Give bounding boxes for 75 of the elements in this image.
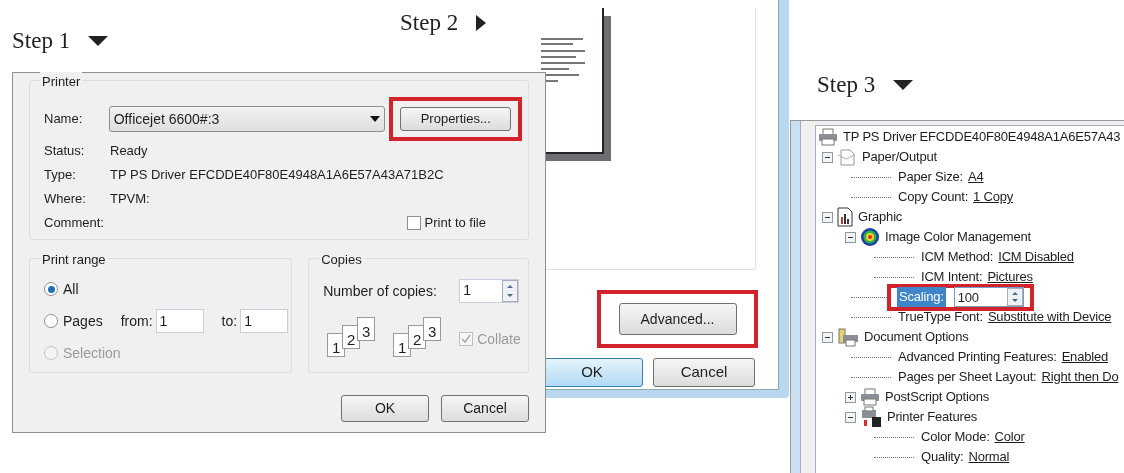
tree-item-label[interactable]: Printer Features xyxy=(886,407,978,427)
setting-value-link[interactable]: Right then Do xyxy=(1041,367,1119,387)
printer-dropdown[interactable]: Officejet 6600#:3 xyxy=(108,106,386,132)
step-label: Step 1 xyxy=(12,27,71,55)
triangle-down-icon xyxy=(88,36,109,47)
check-icon xyxy=(461,334,472,344)
ok-button[interactable]: OK xyxy=(341,395,429,422)
field-label: Number of copies: xyxy=(323,281,438,301)
collapse-icon[interactable] xyxy=(845,411,856,423)
step-label: Step 2 xyxy=(400,9,459,37)
field-value: TPVM: xyxy=(110,190,150,209)
setting-value-link[interactable]: Pictures xyxy=(987,267,1033,287)
spin-arrows-icon xyxy=(1006,288,1023,306)
field-label: from: xyxy=(120,311,153,331)
triangle-right-icon xyxy=(476,15,487,32)
tree-item-label[interactable]: Paper Size: xyxy=(897,167,964,187)
printer-icon xyxy=(837,327,859,347)
page-stack-drawing: 1 2 3 xyxy=(327,317,380,361)
to-page-field[interactable]: 1 xyxy=(240,309,289,333)
tree-item-label[interactable]: TP PS Driver EFCDDE40F80E4948A1A6E57A43 xyxy=(842,127,1122,147)
from-page-field[interactable]: 1 xyxy=(155,309,204,333)
spin-arrows-icon xyxy=(502,280,519,302)
tree-item-label[interactable]: Document Options xyxy=(863,327,970,347)
cancel-button[interactable]: Cancel xyxy=(441,395,529,422)
tree-item-label[interactable]: Paper/Output xyxy=(861,147,938,167)
printer-icon xyxy=(860,388,880,406)
field-label: Type: xyxy=(44,166,77,185)
tree-item-label[interactable]: ICM Intent: xyxy=(920,267,984,287)
setting-value-link[interactable]: Color xyxy=(994,427,1025,447)
properties-button[interactable]: Properties... xyxy=(400,107,512,131)
tree-item-label[interactable]: Advanced Printing Features: xyxy=(897,347,1058,367)
field-value: Ready xyxy=(110,142,148,161)
field-value: TP PS Driver EFCDDE40F80E4948A1A6E57A43A71B2C xyxy=(110,166,444,185)
field-label: Comment: xyxy=(44,214,105,233)
bar-chart-icon xyxy=(837,207,853,227)
cancel-button[interactable]: Cancel xyxy=(653,358,755,387)
tree-item-label[interactable]: Copy Count: xyxy=(897,187,970,207)
page-stack-drawing: 1 2 3 xyxy=(393,317,446,361)
field-label: Name: xyxy=(44,110,84,129)
tree-item-label[interactable]: Quality: xyxy=(920,447,965,467)
setting-value-link[interactable]: 1 Copy xyxy=(973,187,1014,207)
setting-value-link[interactable]: A4 xyxy=(968,167,984,187)
collapse-icon[interactable] xyxy=(845,231,856,243)
field-label: Status: xyxy=(44,142,86,161)
tree-item-label[interactable]: ICM Method: xyxy=(920,247,995,267)
radio-button[interactable]: Pages xyxy=(44,310,103,332)
copies-spinbox[interactable]: 1 xyxy=(459,279,520,303)
triangle-down-icon xyxy=(893,80,914,91)
setting-value-link[interactable]: Normal xyxy=(968,447,1010,467)
paper-icon xyxy=(837,148,857,166)
radio-button[interactable]: All xyxy=(44,278,79,300)
tree-item-label[interactable]: PostScript Options xyxy=(884,387,991,407)
setting-value-link[interactable]: ICM Disabled xyxy=(998,247,1074,267)
target-icon xyxy=(860,227,880,247)
advanced-button[interactable]: Advanced... xyxy=(618,303,737,335)
step-label: Step 3 xyxy=(817,71,876,99)
field-label: to: xyxy=(221,311,238,331)
expand-icon[interactable] xyxy=(845,391,856,403)
tree-item-label[interactable]: TrueType Font: xyxy=(897,307,984,327)
printer-icon xyxy=(818,128,838,146)
setting-value-link[interactable]: Enabled xyxy=(1061,347,1108,367)
collapse-icon[interactable] xyxy=(822,211,833,223)
tree-item-label[interactable]: Image Color Management xyxy=(884,227,1032,247)
tree-item-label[interactable]: Scaling: xyxy=(897,287,946,307)
tree-item-label[interactable]: Color Mode: xyxy=(920,427,991,447)
collapse-icon[interactable] xyxy=(822,331,833,343)
setting-value-link[interactable]: Substitute with Device xyxy=(987,307,1112,327)
tree-item-label[interactable]: Graphic xyxy=(857,207,904,227)
print-to-file-checkbox[interactable]: Print to file xyxy=(406,213,486,233)
collapse-icon[interactable] xyxy=(822,151,833,163)
scaling-spinbox[interactable]: 100 xyxy=(953,287,1024,307)
field-label: Where: xyxy=(44,190,87,209)
dropdown-caret-icon xyxy=(370,116,381,122)
tree-item-label[interactable]: Pages per Sheet Layout: xyxy=(897,367,1038,387)
printer-icon xyxy=(860,406,882,428)
